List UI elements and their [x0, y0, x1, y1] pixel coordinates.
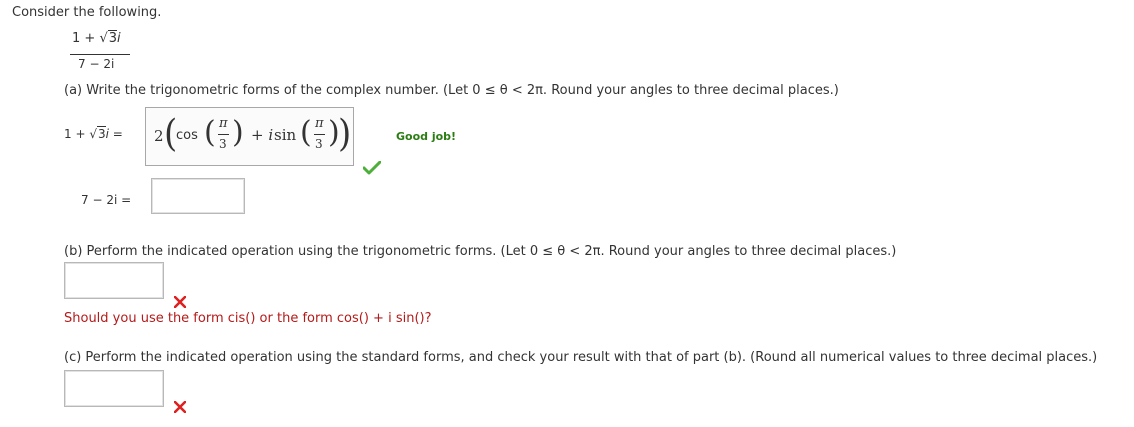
sin-label: sin	[274, 126, 297, 144]
label1-suffix: i =	[105, 127, 123, 141]
intro-text: Consider the following.	[12, 5, 162, 20]
sqrt-symbol: √3	[89, 126, 106, 141]
numerator-prefix: 1 +	[72, 31, 100, 46]
part-c-input[interactable]	[64, 370, 164, 407]
sin-frac-bar	[314, 134, 325, 135]
fraction-numerator: 1 + √3i	[72, 30, 121, 46]
cos-label: cos	[176, 128, 198, 143]
cos-den: 3	[219, 137, 227, 151]
cos-frac-bar	[218, 134, 229, 135]
part-a-prompt: (a) Write the trigonometric forms of the…	[64, 83, 839, 98]
answer1-box[interactable]: 2 ( cos ( π 3 ) + i sin ( π 3 ) )	[145, 107, 354, 166]
sqrt-symbol: √3	[99, 30, 118, 46]
cos-left-paren: (	[204, 115, 216, 150]
part-b-hint: Should you use the form cis() or the for…	[64, 311, 432, 326]
answer2-input[interactable]	[151, 178, 245, 214]
fraction-bar	[70, 54, 130, 55]
part-b-input[interactable]	[64, 262, 164, 299]
fraction-denominator: 7 − 2i	[78, 57, 115, 71]
answer1-content: 2 ( cos ( π 3 ) + i sin ( π 3 ) )	[152, 112, 351, 158]
coef: 2	[154, 127, 164, 145]
label2: 7 − 2i =	[81, 193, 132, 207]
part-b-prompt: (b) Perform the indicated operation usin…	[64, 244, 897, 259]
plus-i: + i	[251, 126, 274, 144]
numerator-radicand: 3	[107, 30, 118, 46]
outer-right-paren: )	[338, 112, 352, 156]
label1-radicand: 3	[96, 126, 106, 141]
sin-left-paren: (	[300, 115, 312, 150]
checkmark-icon	[363, 161, 381, 175]
cross-icon	[174, 296, 186, 308]
label1-prefix: 1 +	[64, 127, 90, 141]
cross-icon	[174, 401, 186, 413]
part-a-label2: 7 − 2i =	[81, 193, 131, 207]
cos-right-paren: )	[232, 115, 244, 150]
numerator-suffix: i	[117, 31, 121, 46]
part-a-label1: 1 + √3i =	[64, 126, 123, 141]
part-c-prompt: (c) Perform the indicated operation usin…	[64, 350, 1098, 365]
cos-num: π	[219, 116, 228, 131]
sin-num: π	[315, 116, 324, 131]
answer1-feedback: Good job!	[396, 130, 457, 143]
sin-den: 3	[315, 137, 323, 151]
